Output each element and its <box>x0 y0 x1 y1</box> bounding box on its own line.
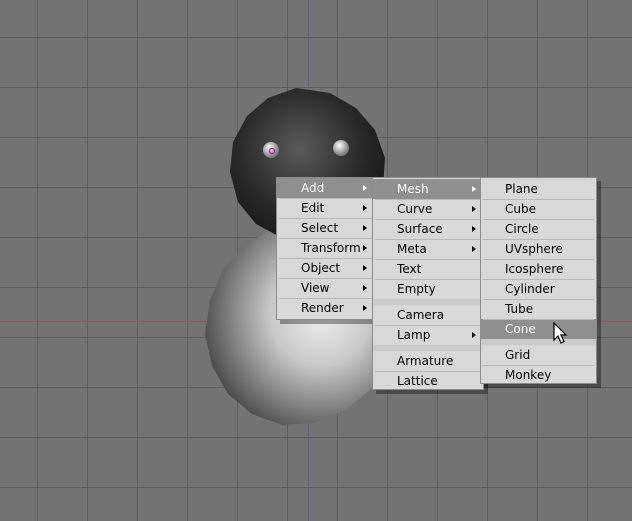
menu-item-label: Lamp <box>397 328 431 342</box>
menu-item-mesh[interactable]: Mesh <box>373 179 483 199</box>
submenu-arrow-icon <box>363 185 367 191</box>
menu-separator <box>279 298 372 299</box>
menu-item-label: Camera <box>397 308 445 322</box>
menu-item-label: View <box>301 281 330 295</box>
menu-separator <box>483 239 594 240</box>
menu-separator <box>375 259 481 260</box>
submenu-arrow-icon <box>472 226 476 232</box>
menu-item-label: Icosphere <box>505 262 564 276</box>
menu-separator <box>375 325 481 326</box>
menu-separator <box>375 219 481 220</box>
menu-item-edit[interactable]: Edit <box>277 198 374 218</box>
submenu-arrow-icon <box>363 205 367 211</box>
snowman-left-eye <box>263 142 279 158</box>
menu-item-render[interactable]: Render <box>277 298 374 318</box>
menu-item-label: Monkey <box>505 368 552 382</box>
menu-item-label: Cone <box>505 322 536 336</box>
menu-item-label: Armature <box>397 354 454 368</box>
menu-separator <box>279 258 372 259</box>
submenu-arrow-icon <box>363 245 367 251</box>
menu-item-grid[interactable]: Grid <box>481 345 596 365</box>
menu-item-add[interactable]: Add <box>277 178 374 198</box>
add-submenu: Mesh Curve Surface Meta Text Empty Camera Lamp A… <box>372 177 484 390</box>
menu-separator <box>279 238 372 239</box>
menu-item-label: Lattice <box>397 374 438 388</box>
menu-group-gap <box>481 339 596 345</box>
menu-item-circle[interactable]: Circle <box>481 219 596 239</box>
menu-separator <box>483 279 594 280</box>
menu-separator <box>375 199 481 200</box>
menu-item-icosphere[interactable]: Icosphere <box>481 259 596 279</box>
menu-separator <box>279 218 372 219</box>
menu-item-lattice[interactable]: Lattice <box>373 371 483 391</box>
menu-separator <box>279 278 372 279</box>
menu-item-cylinder[interactable]: Cylinder <box>481 279 596 299</box>
menu-item-select[interactable]: Select <box>277 218 374 238</box>
menu-item-label: UVsphere <box>505 242 563 256</box>
submenu-arrow-icon <box>472 246 476 252</box>
menu-item-label: Cube <box>505 202 536 216</box>
menu-item-meta[interactable]: Meta <box>373 239 483 259</box>
menu-separator <box>483 199 594 200</box>
menu-item-monkey[interactable]: Monkey <box>481 365 596 385</box>
menu-separator <box>375 371 481 372</box>
menu-item-empty[interactable]: Empty <box>373 279 483 299</box>
menu-item-camera[interactable]: Camera <box>373 305 483 325</box>
menu-group-gap <box>373 299 483 305</box>
menu-item-view[interactable]: View <box>277 278 374 298</box>
menu-item-tube[interactable]: Tube <box>481 299 596 319</box>
menu-item-label: Circle <box>505 222 539 236</box>
menu-separator <box>483 319 594 320</box>
submenu-arrow-icon <box>472 206 476 212</box>
menu-item-label: Meta <box>397 242 427 256</box>
menu-item-cone[interactable]: Cone <box>481 319 596 339</box>
menu-item-object[interactable]: Object <box>277 258 374 278</box>
menu-item-armature[interactable]: Armature <box>373 351 483 371</box>
menu-item-label: Render <box>301 301 344 315</box>
menu-item-cube[interactable]: Cube <box>481 199 596 219</box>
menu-item-transform[interactable]: Transform <box>277 238 374 258</box>
menu-item-label: Tube <box>505 302 534 316</box>
menu-separator <box>483 259 594 260</box>
menu-item-label: Cylinder <box>505 282 555 296</box>
submenu-arrow-icon <box>363 285 367 291</box>
menu-group-gap <box>373 345 483 351</box>
3d-viewport[interactable]: Add Edit Select Transform Object View Render M… <box>0 0 632 521</box>
menu-item-lamp[interactable]: Lamp <box>373 325 483 345</box>
submenu-arrow-icon <box>363 265 367 271</box>
mouse-pointer-icon <box>553 322 568 344</box>
menu-item-label: Curve <box>397 202 433 216</box>
menu-item-label: Surface <box>397 222 443 236</box>
menu-separator <box>375 239 481 240</box>
menu-item-label: Mesh <box>397 182 429 196</box>
menu-item-curve[interactable]: Curve <box>373 199 483 219</box>
menu-item-label: Object <box>301 261 341 275</box>
menu-item-uvsphere[interactable]: UVsphere <box>481 239 596 259</box>
submenu-arrow-icon <box>472 332 476 338</box>
menu-item-label: Grid <box>505 348 531 362</box>
menu-separator <box>375 279 481 280</box>
menu-item-label: Select <box>301 221 339 235</box>
menu-item-label: Add <box>301 181 325 195</box>
menu-item-label: Edit <box>301 201 325 215</box>
menu-separator <box>279 198 372 199</box>
snowman-right-eye <box>333 140 349 156</box>
menu-separator <box>483 299 594 300</box>
menu-separator <box>483 365 594 366</box>
submenu-arrow-icon <box>363 305 367 311</box>
submenu-arrow-icon <box>472 186 476 192</box>
submenu-arrow-icon <box>363 225 367 231</box>
menu-item-label: Plane <box>505 182 538 196</box>
menu-item-label: Empty <box>397 282 436 296</box>
menu-separator <box>483 219 594 220</box>
menu-item-surface[interactable]: Surface <box>373 219 483 239</box>
mesh-submenu: Plane Cube Circle UVsphere Icosphere Cylinder… <box>480 177 597 384</box>
menu-item-label: Text <box>397 262 422 276</box>
toolbox-menu: Add Edit Select Transform Object View Render <box>276 177 375 320</box>
menu-item-text[interactable]: Text <box>373 259 483 279</box>
menu-item-plane[interactable]: Plane <box>481 179 596 199</box>
menu-item-label: Transform <box>301 241 361 255</box>
